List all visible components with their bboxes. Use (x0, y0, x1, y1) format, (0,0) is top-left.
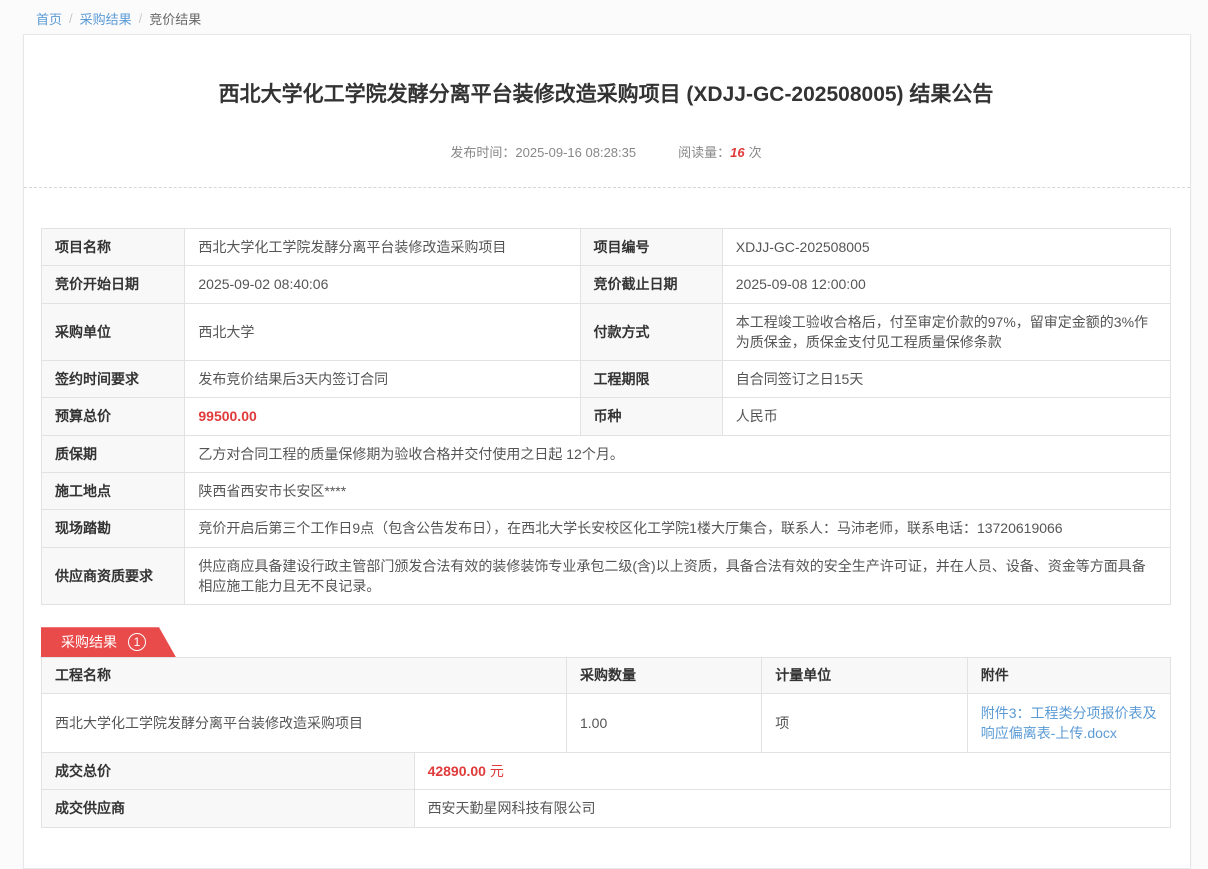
info-row: 采购单位西北大学付款方式本工程竣工验收合格后，付至审定价款的97%，留审定金额的… (42, 303, 1171, 361)
supplier-value: 西安天勤星网科技有限公司 (414, 790, 1170, 827)
info-label: 竞价开始日期 (42, 266, 185, 303)
info-value: 2025-09-08 12:00:00 (722, 266, 1170, 303)
views-count: 16 (730, 145, 744, 160)
supplier-row: 成交供应商 西安天勤星网科技有限公司 (42, 790, 1171, 827)
info-value: 99500.00 (185, 398, 580, 435)
result-column-header: 工程名称 (42, 658, 567, 693)
info-row: 质保期乙方对合同工程的质量保修期为验收合格并交付使用之日起 12个月。 (42, 435, 1171, 472)
result-row: 西北大学化工学院发酵分离平台装修改造采购项目1.00项附件3：工程类分项报价表及… (42, 693, 1171, 753)
total-price-value: 42890.00 元 (414, 753, 1170, 790)
publish-meta: 发布时间：2025-09-16 08:28:35 阅读量：16 次 (41, 142, 1171, 161)
info-label: 竞价截止日期 (580, 266, 722, 303)
views-label: 阅读量： (678, 145, 730, 160)
info-label: 项目编号 (580, 229, 722, 266)
total-price-row: 成交总价 42890.00 元 (42, 753, 1171, 790)
header-divider (24, 187, 1190, 188)
info-label: 施工地点 (42, 473, 185, 510)
breadcrumb-procurement-results-link[interactable]: 采购结果 (80, 9, 132, 28)
info-row: 现场踏勘竞价开启后第三个工作日9点（包含公告发布日），在西北大学长安校区化工学院… (42, 510, 1171, 547)
info-label: 现场踏勘 (42, 510, 185, 547)
info-value: 人民币 (722, 398, 1170, 435)
info-label: 质保期 (42, 435, 185, 472)
result-quantity: 1.00 (566, 693, 761, 753)
attachment-link[interactable]: 附件3：工程类分项报价表及响应偏离表-上传.docx (981, 705, 1157, 741)
total-price-unit: 元 (490, 763, 504, 779)
views-unit: 次 (749, 145, 762, 160)
info-label: 币种 (580, 398, 722, 435)
breadcrumb-separator: / (69, 11, 73, 26)
result-badge-label: 采购结果 (61, 632, 117, 652)
info-label: 供应商资质要求 (42, 547, 185, 605)
project-info-table: 项目名称西北大学化工学院发酵分离平台装修改造采购项目项目编号XDJJ-GC-20… (41, 228, 1171, 605)
result-attachment-cell: 附件3：工程类分项报价表及响应偏离表-上传.docx (967, 693, 1170, 753)
result-unit: 项 (762, 693, 967, 753)
info-value: 自合同签订之日15天 (722, 361, 1170, 398)
announcement-header: 西北大学化工学院发酵分离平台装修改造采购项目 (XDJJ-GC-20250800… (41, 35, 1171, 188)
info-label: 项目名称 (42, 229, 185, 266)
announcement-card: 西北大学化工学院发酵分离平台装修改造采购项目 (XDJJ-GC-20250800… (23, 34, 1191, 869)
info-value: 竞价开启后第三个工作日9点（包含公告发布日），在西北大学长安校区化工学院1楼大厅… (185, 510, 1171, 547)
info-value: XDJJ-GC-202508005 (722, 229, 1170, 266)
info-row: 竞价开始日期2025-09-02 08:40:06竞价截止日期2025-09-0… (42, 266, 1171, 303)
info-value: 供应商应具备建设行政主管部门颁发合法有效的装修装饰专业承包二级(含)以上资质，具… (185, 547, 1171, 605)
result-table-header-row: 工程名称采购数量计量单位附件 (42, 658, 1171, 693)
info-label: 采购单位 (42, 303, 185, 361)
result-column-header: 采购数量 (566, 658, 761, 693)
result-section-badge: 采购结果 1 (41, 627, 176, 657)
supplier-label: 成交供应商 (42, 790, 415, 827)
result-table: 工程名称采购数量计量单位附件 西北大学化工学院发酵分离平台装修改造采购项目1.0… (41, 657, 1171, 753)
publish-time-label: 发布时间： (450, 145, 515, 160)
result-column-header: 计量单位 (762, 658, 967, 693)
publish-time-value: 2025-09-16 08:28:35 (515, 145, 636, 160)
info-value: 西北大学 (185, 303, 580, 361)
info-row: 预算总价99500.00币种人民币 (42, 398, 1171, 435)
result-count-badge: 1 (128, 633, 146, 651)
info-label: 付款方式 (580, 303, 722, 361)
info-label: 预算总价 (42, 398, 185, 435)
info-value: 2025-09-02 08:40:06 (185, 266, 580, 303)
info-row: 供应商资质要求供应商应具备建设行政主管部门颁发合法有效的装修装饰专业承包二级(含… (42, 547, 1171, 605)
info-value: 陕西省西安市长安区**** (185, 473, 1171, 510)
procurement-result-section: 采购结果 1 工程名称采购数量计量单位附件 西北大学化工学院发酵分离平台装修改造… (41, 605, 1171, 827)
info-row: 施工地点陕西省西安市长安区**** (42, 473, 1171, 510)
info-label: 工程期限 (580, 361, 722, 398)
breadcrumb: 首页 / 采购结果 / 竞价结果 (0, 0, 1208, 34)
page-title: 西北大学化工学院发酵分离平台装修改造采购项目 (XDJJ-GC-20250800… (41, 83, 1171, 107)
info-row: 项目名称西北大学化工学院发酵分离平台装修改造采购项目项目编号XDJJ-GC-20… (42, 229, 1171, 266)
result-project-name: 西北大学化工学院发酵分离平台装修改造采购项目 (42, 693, 567, 753)
total-price-amount: 42890.00 (428, 763, 486, 779)
breadcrumb-home-link[interactable]: 首页 (36, 9, 62, 28)
info-label: 签约时间要求 (42, 361, 185, 398)
breadcrumb-current-page: 竞价结果 (149, 9, 201, 28)
result-totals-table: 成交总价 42890.00 元 成交供应商 西安天勤星网科技有限公司 (41, 752, 1171, 828)
info-value: 发布竞价结果后3天内签订合同 (185, 361, 580, 398)
info-row: 签约时间要求发布竞价结果后3天内签订合同工程期限自合同签订之日15天 (42, 361, 1171, 398)
breadcrumb-separator: / (139, 11, 143, 26)
info-value: 本工程竣工验收合格后，付至审定价款的97%，留审定金额的3%作为质保金，质保金支… (722, 303, 1170, 361)
info-value: 乙方对合同工程的质量保修期为验收合格并交付使用之日起 12个月。 (185, 435, 1171, 472)
result-column-header: 附件 (967, 658, 1170, 693)
info-value: 西北大学化工学院发酵分离平台装修改造采购项目 (185, 229, 580, 266)
total-price-label: 成交总价 (42, 753, 415, 790)
